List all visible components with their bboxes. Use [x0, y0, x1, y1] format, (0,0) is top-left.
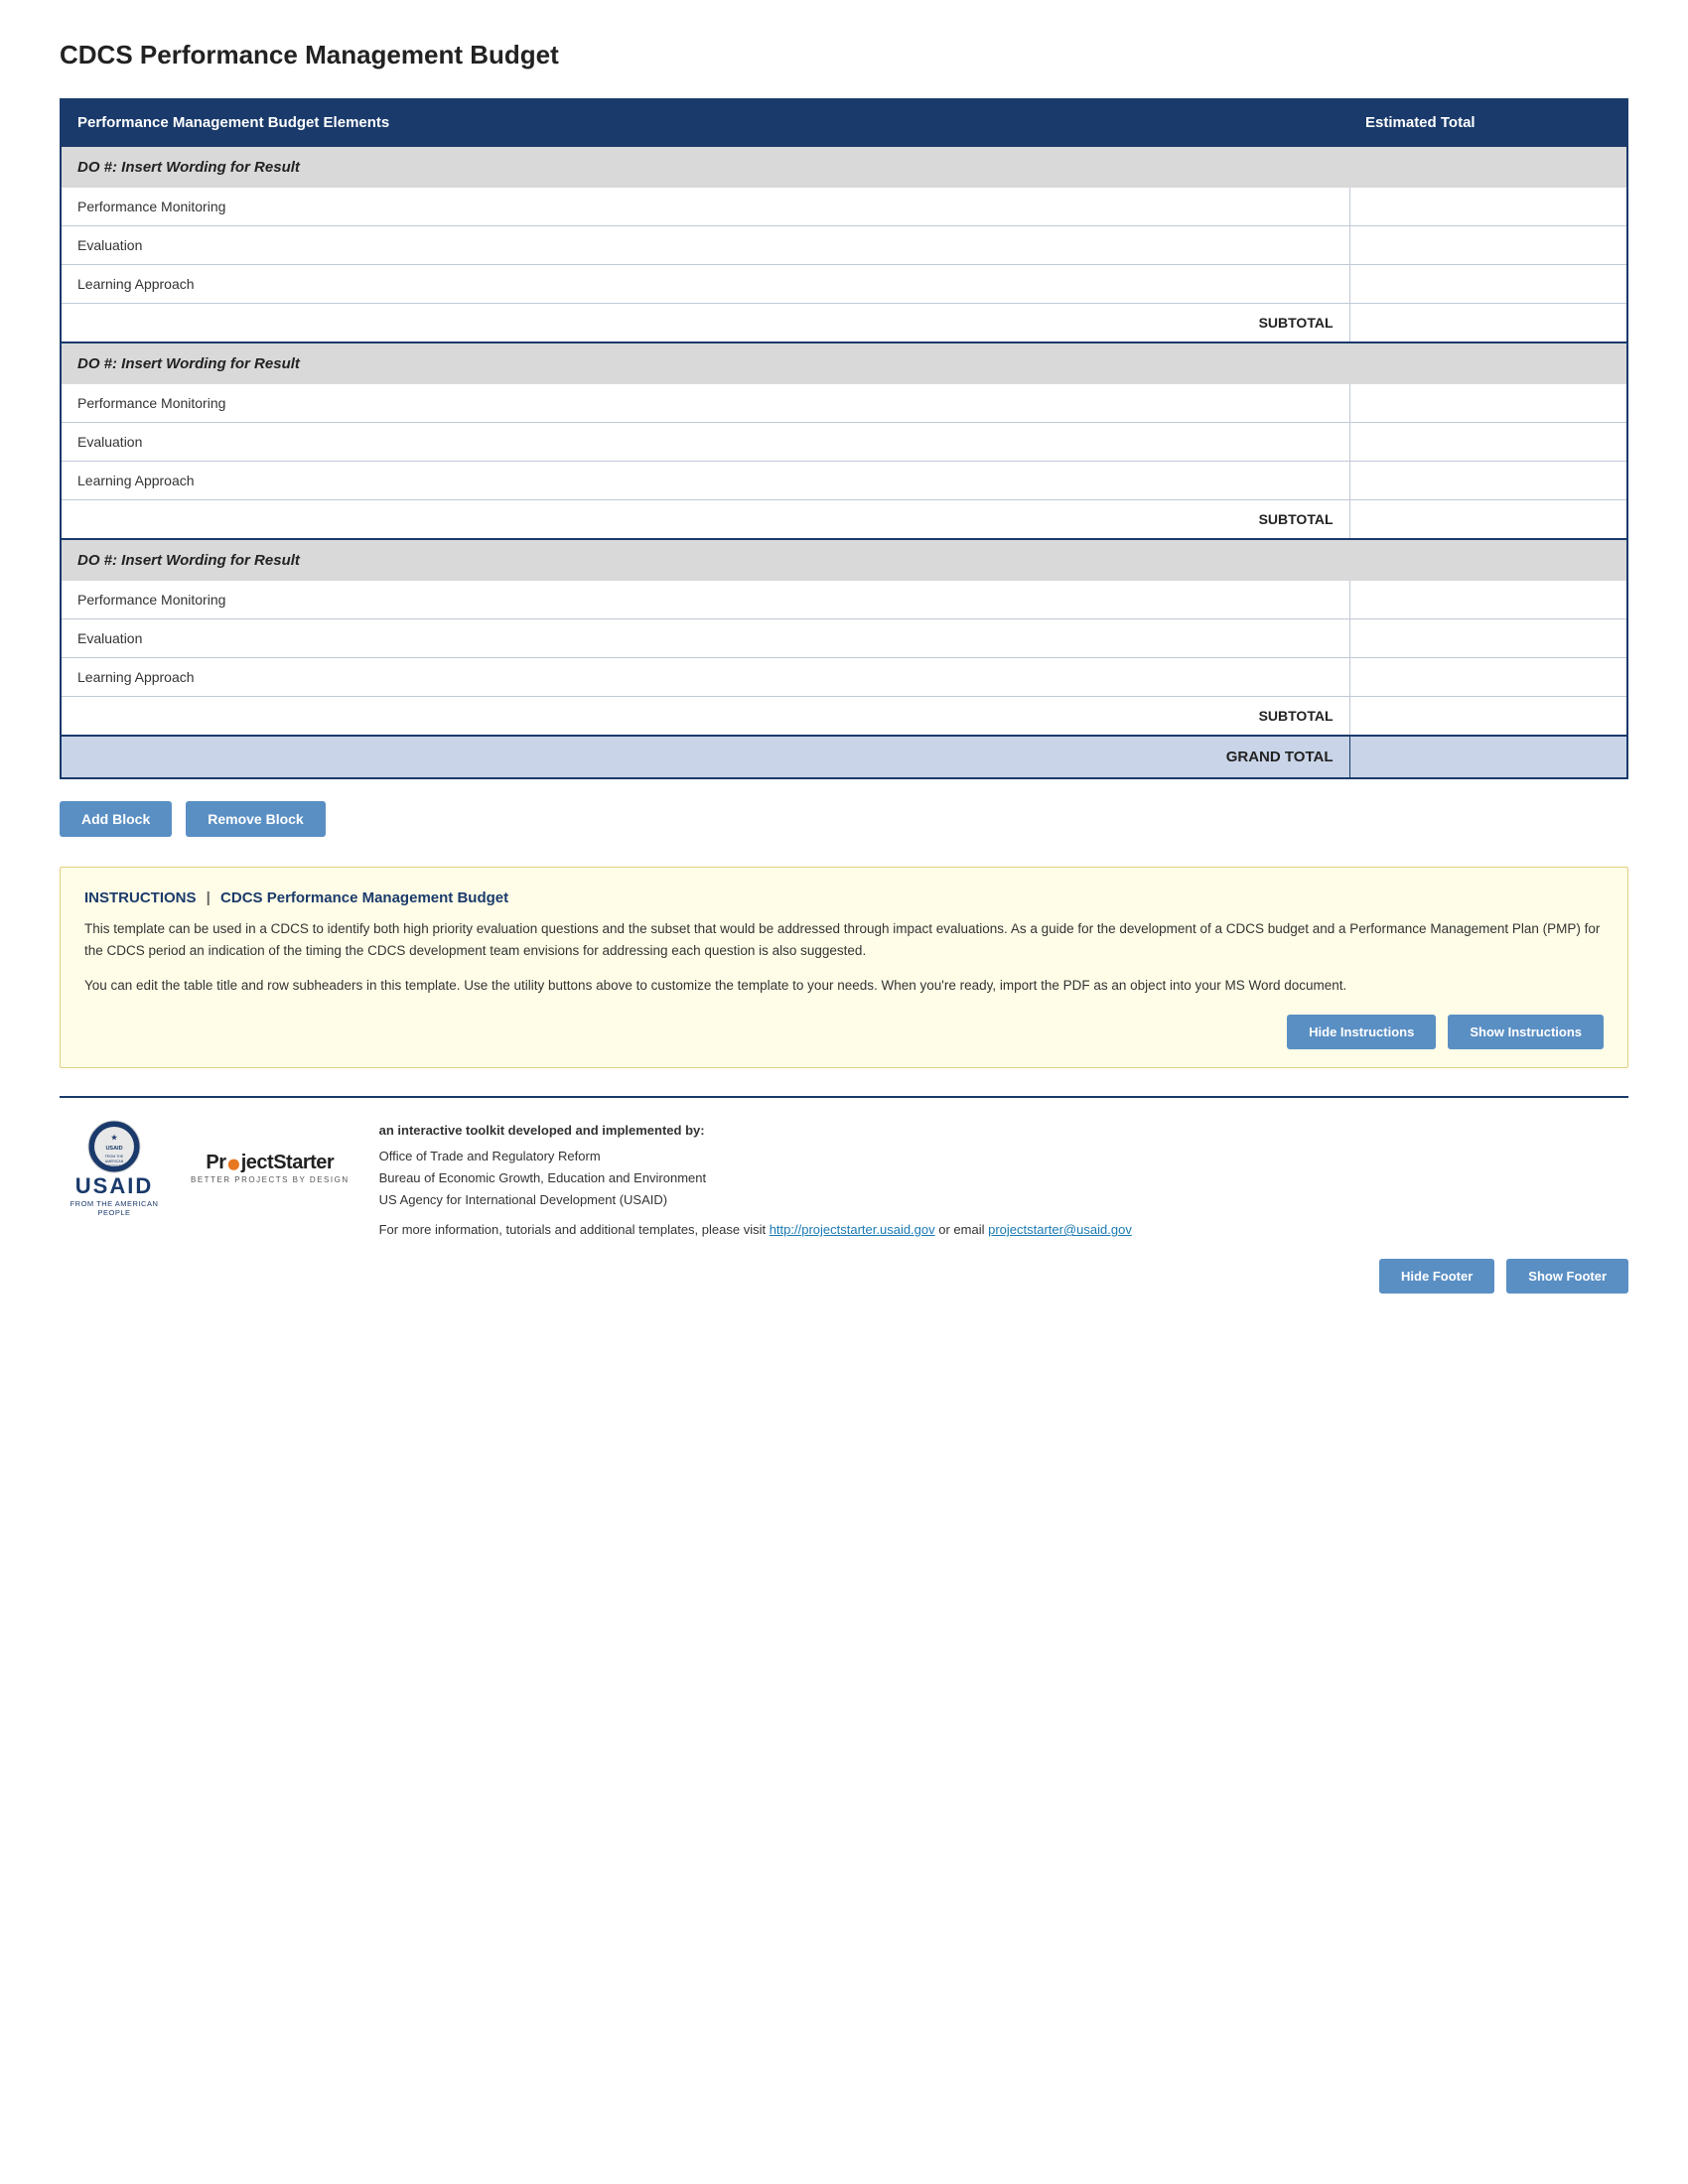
projectstarter-name: Pr●jectStarter	[206, 1153, 334, 1172]
subtotal-value-2	[1349, 500, 1627, 540]
instructions-title-name: CDCS Performance Management Budget	[220, 889, 508, 906]
row-label-1-3: Learning Approach	[61, 265, 1349, 304]
show-footer-button[interactable]: Show Footer	[1506, 1259, 1628, 1294]
col-elements-header: Performance Management Budget Elements	[61, 99, 1349, 146]
table-row: Learning Approach	[61, 265, 1627, 304]
footer-info: an interactive toolkit developed and imp…	[379, 1120, 1628, 1241]
subtotal-label-1: SUBTOTAL	[61, 304, 1349, 343]
table-row: Learning Approach	[61, 462, 1627, 500]
row-value-1-3	[1349, 265, 1627, 304]
footer-logos: ★ USAID FROM THE AMERICAN PEOPLE USAID F…	[60, 1120, 350, 1217]
instructions-separator: |	[207, 889, 211, 906]
table-row: Evaluation	[61, 226, 1627, 265]
table-row: Evaluation	[61, 619, 1627, 658]
footer-toggle-row: Hide Footer Show Footer	[60, 1259, 1628, 1294]
instructions-paragraph-1: This template can be used in a CDCS to i…	[84, 918, 1604, 963]
usaid-text-block: USAID FROM THE AMERICAN PEOPLE	[60, 1175, 169, 1217]
table-row: Performance Monitoring	[61, 188, 1627, 226]
projectstarter-logo: Pr●jectStarter BETTER PROJECTS BY DESIGN	[191, 1153, 350, 1184]
row-label-3-1: Performance Monitoring	[61, 581, 1349, 619]
section-header-row-1: DO #: Insert Wording for Result	[61, 146, 1627, 188]
section-header-row-2: DO #: Insert Wording for Result	[61, 342, 1627, 384]
page-title: CDCS Performance Management Budget	[60, 40, 1628, 70]
subtotal-value-3	[1349, 697, 1627, 737]
svg-text:FROM THE: FROM THE	[105, 1155, 124, 1159]
svg-text:USAID: USAID	[105, 1146, 122, 1152]
footer-more-info: For more information, tutorials and addi…	[379, 1219, 1628, 1241]
row-label-2-1: Performance Monitoring	[61, 384, 1349, 423]
row-label-1-2: Evaluation	[61, 226, 1349, 265]
footer-more-info-mid: or email	[935, 1222, 988, 1237]
subtotal-label-3: SUBTOTAL	[61, 697, 1349, 737]
footer-content: ★ USAID FROM THE AMERICAN PEOPLE USAID F…	[60, 1120, 1628, 1241]
col-total-header: Estimated Total	[1349, 99, 1627, 146]
developed-by-label: an interactive toolkit developed and imp…	[379, 1120, 1628, 1142]
instructions-box: INSTRUCTIONS | CDCS Performance Manageme…	[60, 867, 1628, 1068]
usaid-wordmark: USAID	[75, 1175, 153, 1197]
ps-name-pre: Pr	[206, 1152, 225, 1173]
section-header-row-3: DO #: Insert Wording for Result	[61, 539, 1627, 581]
row-label-1-1: Performance Monitoring	[61, 188, 1349, 226]
subtotal-row-2: SUBTOTAL	[61, 500, 1627, 540]
row-value-2-2	[1349, 423, 1627, 462]
budget-table: Performance Management Budget Elements E…	[60, 98, 1628, 779]
table-row: Performance Monitoring	[61, 581, 1627, 619]
grand-total-value	[1349, 736, 1627, 778]
instructions-paragraph-2: You can edit the table title and row sub…	[84, 975, 1604, 997]
row-value-1-1	[1349, 188, 1627, 226]
row-value-3-1	[1349, 581, 1627, 619]
table-row: Evaluation	[61, 423, 1627, 462]
add-block-button[interactable]: Add Block	[60, 801, 172, 837]
section-header-label-1: DO #: Insert Wording for Result	[61, 146, 1627, 188]
instructions-label: INSTRUCTIONS	[84, 889, 197, 906]
subtotal-row-1: SUBTOTAL	[61, 304, 1627, 343]
row-value-1-2	[1349, 226, 1627, 265]
row-value-2-1	[1349, 384, 1627, 423]
footer-org1: Office of Trade and Regulatory Reform	[379, 1146, 1628, 1167]
ps-dot-icon: ●	[226, 1149, 241, 1178]
row-label-3-2: Evaluation	[61, 619, 1349, 658]
table-row: Learning Approach	[61, 658, 1627, 697]
subtotal-row-3: SUBTOTAL	[61, 697, 1627, 737]
instructions-title: INSTRUCTIONS | CDCS Performance Manageme…	[84, 889, 1604, 906]
row-value-3-3	[1349, 658, 1627, 697]
footer-more-info-pre: For more information, tutorials and addi…	[379, 1222, 770, 1237]
subtotal-value-1	[1349, 304, 1627, 343]
subtotal-label-2: SUBTOTAL	[61, 500, 1349, 540]
footer-link2[interactable]: projectstarter@usaid.gov	[988, 1222, 1132, 1237]
instructions-toggle-row: Hide Instructions Show Instructions	[84, 1015, 1604, 1049]
section-header-label-3: DO #: Insert Wording for Result	[61, 539, 1627, 581]
remove-block-button[interactable]: Remove Block	[186, 801, 325, 837]
footer-area: ★ USAID FROM THE AMERICAN PEOPLE USAID F…	[60, 1096, 1628, 1294]
footer-org2: Bureau of Economic Growth, Education and…	[379, 1167, 1628, 1189]
ps-name-post: jectStarter	[241, 1152, 334, 1173]
action-buttons-row: Add Block Remove Block	[60, 801, 1628, 837]
show-instructions-button[interactable]: Show Instructions	[1448, 1015, 1604, 1049]
row-label-2-2: Evaluation	[61, 423, 1349, 462]
svg-text:AMERICAN: AMERICAN	[105, 1160, 124, 1163]
footer-link1[interactable]: http://projectstarter.usaid.gov	[770, 1222, 935, 1237]
table-row: Performance Monitoring	[61, 384, 1627, 423]
svg-text:★: ★	[111, 1134, 118, 1142]
usaid-tagline: FROM THE AMERICAN PEOPLE	[60, 1199, 169, 1217]
instructions-body: This template can be used in a CDCS to i…	[84, 918, 1604, 997]
svg-text:PEOPLE: PEOPLE	[107, 1164, 122, 1168]
row-label-2-3: Learning Approach	[61, 462, 1349, 500]
table-header-row: Performance Management Budget Elements E…	[61, 99, 1627, 146]
row-value-3-2	[1349, 619, 1627, 658]
hide-footer-button[interactable]: Hide Footer	[1379, 1259, 1494, 1294]
hide-instructions-button[interactable]: Hide Instructions	[1287, 1015, 1436, 1049]
row-label-3-3: Learning Approach	[61, 658, 1349, 697]
section-header-label-2: DO #: Insert Wording for Result	[61, 342, 1627, 384]
ps-subtitle: BETTER PROJECTS BY DESIGN	[191, 1175, 350, 1184]
grand-total-row: GRAND TOTAL	[61, 736, 1627, 778]
row-value-2-3	[1349, 462, 1627, 500]
grand-total-label: GRAND TOTAL	[61, 736, 1349, 778]
footer-org3: US Agency for International Development …	[379, 1189, 1628, 1211]
usaid-emblem-icon: ★ USAID FROM THE AMERICAN PEOPLE	[87, 1120, 141, 1173]
usaid-logo: ★ USAID FROM THE AMERICAN PEOPLE USAID F…	[60, 1120, 169, 1217]
